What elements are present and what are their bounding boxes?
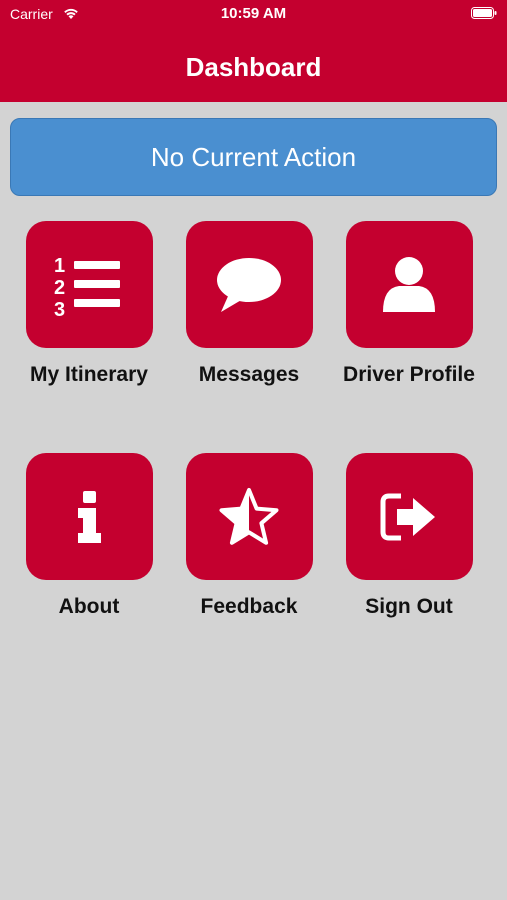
status-time: 10:59 AM bbox=[220, 5, 287, 22]
header-bar: Carrier 10:59 AM Dashboard bbox=[0, 0, 507, 102]
user-icon bbox=[383, 256, 435, 312]
sign-out-icon bbox=[380, 493, 435, 540]
sign-out-button[interactable]: Sign Out bbox=[334, 453, 484, 619]
about-tile[interactable] bbox=[25, 453, 153, 580]
my-itinerary-tile[interactable]: 1 2 3 bbox=[25, 221, 153, 348]
messages-button[interactable]: Messages bbox=[174, 221, 324, 387]
svg-text:1: 1 bbox=[54, 255, 65, 277]
feedback-tile[interactable] bbox=[185, 453, 313, 580]
driver-profile-tile[interactable] bbox=[345, 221, 473, 348]
status-bar: Carrier 10:59 AM bbox=[0, 0, 507, 30]
messages-label: Messages bbox=[198, 363, 300, 386]
battery-icon bbox=[471, 7, 497, 19]
info-icon bbox=[78, 490, 101, 543]
current-action-banner[interactable]: No Current Action bbox=[10, 118, 497, 196]
about-button[interactable]: About bbox=[14, 453, 164, 619]
svg-text:2: 2 bbox=[54, 277, 65, 299]
speech-bubble-icon bbox=[217, 257, 281, 312]
driver-profile-label: Driver Profile bbox=[343, 363, 475, 386]
my-itinerary-button[interactable]: 1 2 3 My Itinerary bbox=[14, 221, 164, 387]
half-star-icon bbox=[219, 487, 279, 545]
svg-text:3: 3 bbox=[54, 299, 65, 317]
driver-profile-button[interactable]: Driver Profile bbox=[334, 221, 484, 387]
sign-out-label: Sign Out bbox=[365, 595, 453, 618]
messages-tile[interactable] bbox=[185, 221, 313, 348]
feedback-label: Feedback bbox=[200, 595, 298, 618]
about-label: About bbox=[58, 595, 120, 618]
my-itinerary-label: My Itinerary bbox=[30, 363, 148, 386]
current-action-text: No Current Action bbox=[150, 141, 357, 172]
numbered-list-icon: 1 2 3 bbox=[54, 255, 120, 317]
sign-out-tile[interactable] bbox=[345, 453, 473, 580]
page-title: Dashboard bbox=[185, 52, 322, 82]
feedback-button[interactable]: Feedback bbox=[174, 453, 324, 619]
